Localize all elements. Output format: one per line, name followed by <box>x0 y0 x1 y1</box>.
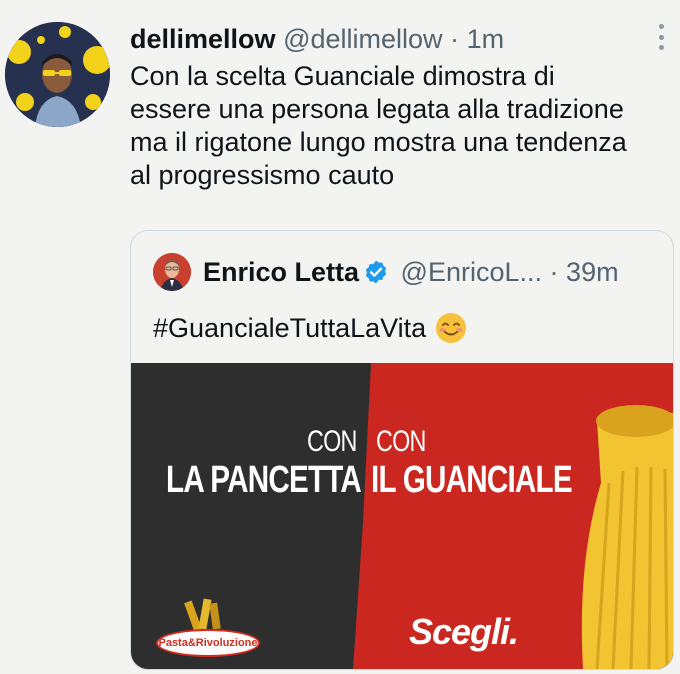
quoted-timestamp[interactable]: 39m <box>566 257 619 287</box>
more-vertical-icon[interactable] <box>658 24 664 50</box>
author-name[interactable]: dellimellow <box>130 24 276 54</box>
tweet-text-line: essere una persona legata alla tradizion… <box>130 94 624 124</box>
tweet-timestamp[interactable]: 1m <box>467 24 505 54</box>
hashtag-link[interactable]: #GuancialeTuttaLaVita <box>153 313 426 343</box>
ad-con-left: CON <box>307 425 357 458</box>
tweet-header: dellimellow @dellimellow · 1m <box>130 22 640 56</box>
quoted-author-avatar[interactable] <box>153 253 191 291</box>
verified-badge-icon <box>363 259 389 293</box>
tweet-text: Con la scelta Guanciale dimostra di esse… <box>130 60 675 192</box>
tweet-text-line: al progressismo cauto <box>130 160 395 190</box>
smiling-face-emoji <box>434 311 468 353</box>
author-avatar[interactable] <box>5 22 110 127</box>
ad-cta: Scegli. <box>409 611 519 652</box>
quoted-author-name[interactable]: Enrico Letta <box>203 257 359 287</box>
tweet-text-line: Con la scelta Guanciale dimostra di <box>130 61 555 91</box>
quoted-tweet[interactable]: Enrico Letta @EnricoL... · 39m #Guancial… <box>130 230 674 670</box>
quoted-text: #GuancialeTuttaLaVita <box>153 311 468 353</box>
pasta-rivoluzione-logo: Pasta&Rivoluzione <box>156 629 260 657</box>
quoted-author-handle[interactable]: @EnricoL... <box>401 257 542 287</box>
tweet-text-line: ma il rigatone lungo mostra una tendenza <box>130 127 627 157</box>
quoted-header: Enrico Letta @EnricoL... · 39m <box>203 255 619 293</box>
separator-dot: · <box>450 24 460 54</box>
ad-image[interactable]: CON CON LA PANCETTA IL GUANCIALE Scegli.… <box>131 363 673 669</box>
ad-con-right: CON <box>376 425 426 458</box>
ad-option-pancetta: LA PANCETTA <box>166 459 362 501</box>
author-handle[interactable]: @dellimellow <box>283 24 442 54</box>
ad-option-guanciale: IL GUANCIALE <box>371 459 573 501</box>
separator-dot: · <box>549 257 559 287</box>
